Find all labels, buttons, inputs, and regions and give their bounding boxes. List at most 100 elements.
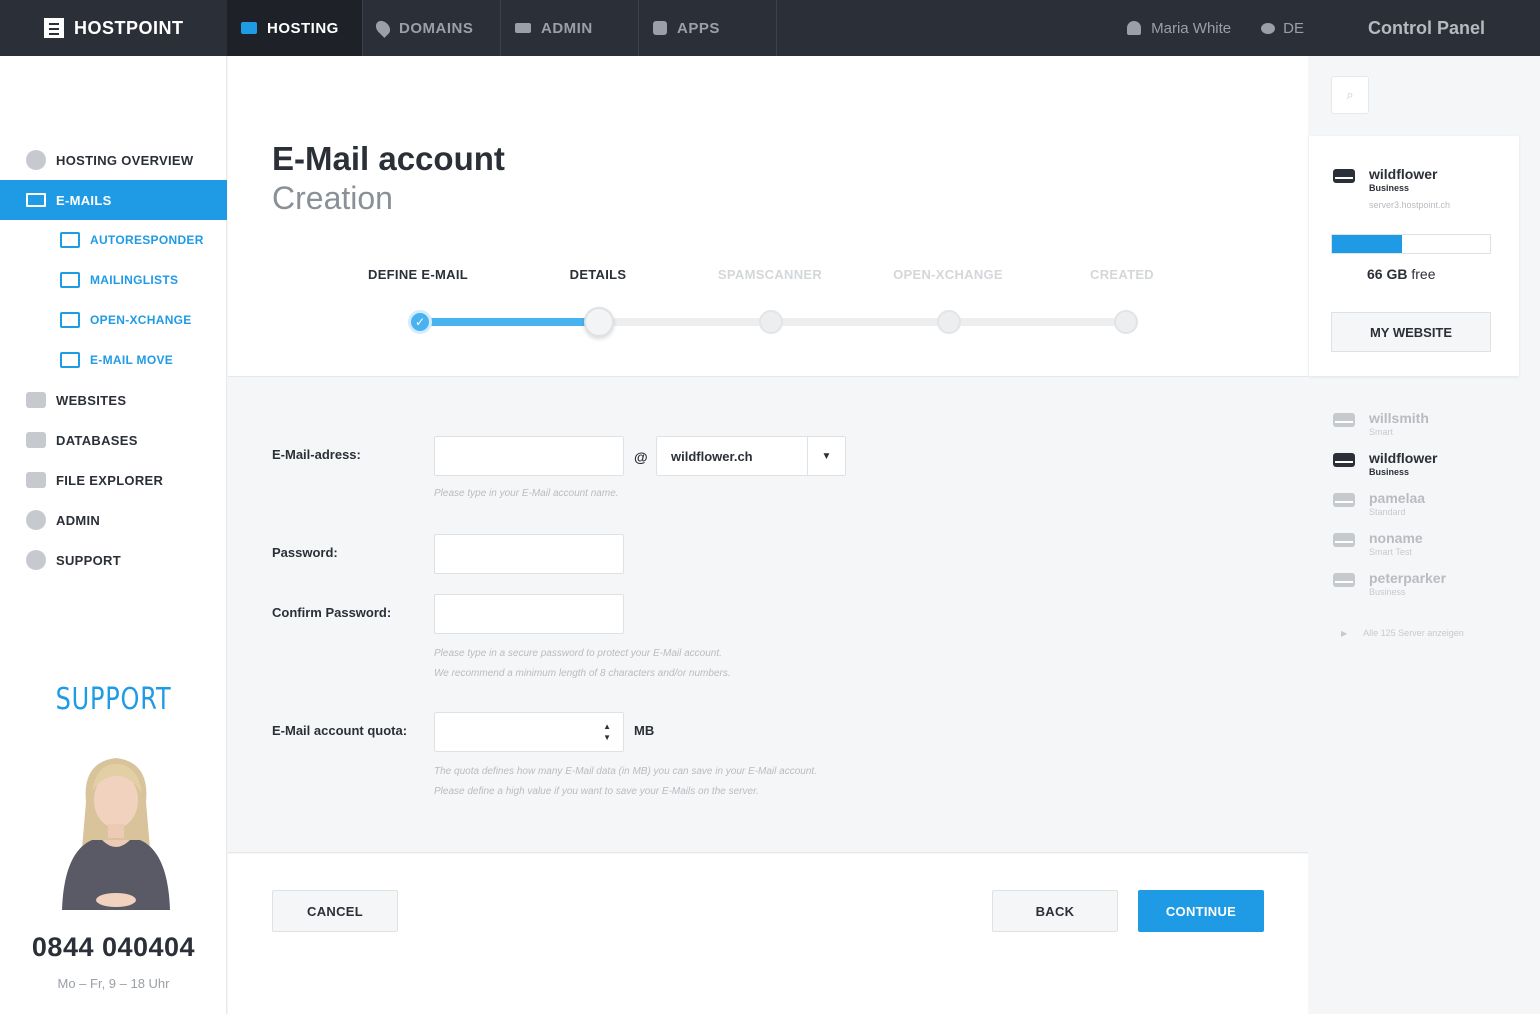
server-icon [1333,493,1355,507]
nav-apps[interactable]: APPS [639,0,777,56]
speech-bubble-icon [1261,22,1276,34]
email-name-input[interactable] [434,436,624,476]
support-hours: Mo – Fr, 9 – 18 Uhr [57,976,170,991]
sidebar-item-label: OPEN-XCHANGE [90,313,192,327]
mail-move-icon [60,352,80,368]
server-list-item-noname[interactable]: noname Smart Test [1333,530,1423,558]
user-menu[interactable]: Maria White [1127,20,1231,37]
sidebar-item-label: E-MAIL MOVE [90,353,174,367]
show-all-servers-link[interactable]: ▶ Alle 125 Server anzeigen [1341,628,1464,638]
user-icon [1127,21,1142,35]
server-list-item-pamelaa[interactable]: pamelaa Standard [1333,490,1425,518]
step-label-created: CREATED [1090,267,1154,282]
continue-button[interactable]: CONTINUE [1138,890,1264,932]
main-nav: HOSTING DOMAINS ADMIN APPS [227,0,777,56]
nav-hosting[interactable]: HOSTING [227,0,363,56]
hostpoint-logo[interactable]: HOSTPOINT [0,0,227,56]
cancel-button[interactable]: CANCEL [272,890,398,932]
search-button[interactable]: ⌕ [1331,76,1369,114]
sidebar-item-databases[interactable]: DATABASES [0,420,227,460]
show-all-label: Alle 125 Server anzeigen [1363,628,1464,638]
server-icon [1333,453,1355,467]
quota-stepper[interactable]: ▲ ▼ [434,712,624,752]
email-form: E-Mail-adress: @ wildflower.ch ▼ Please … [228,377,1308,853]
server-name: wildflower [1369,450,1438,466]
at-sign: @ [634,449,648,465]
back-button[interactable]: BACK [992,890,1118,932]
sidebar-item-admin[interactable]: ADMIN [0,500,227,540]
storage-usage-bar [1331,234,1491,254]
password-hint-2: We recommend a minimum length of 8 chara… [434,668,731,679]
server-icon [1333,533,1355,547]
server-plan: Business [1369,587,1406,597]
storage-free: 66 GB free [1367,266,1435,282]
server-plan: Smart [1369,427,1394,437]
nav-domains[interactable]: DOMAINS [363,0,501,56]
sidebar-item-label: MAILINGLISTS [90,273,179,287]
form-footer: CANCEL BACK CONTINUE [228,854,1308,1014]
sidebar-item-autoresponder[interactable]: AUTORESPONDER [0,220,227,260]
server-list-item-wildflower[interactable]: wildflower Business [1333,450,1437,478]
chevron-down-icon[interactable]: ▼ [807,437,845,475]
database-icon [26,432,46,448]
support-phone[interactable]: 0844 040404 [0,932,227,963]
website-icon [26,392,46,408]
sidebar-item-hosting-overview[interactable]: HOSTING OVERVIEW [0,140,227,180]
sidebar-item-websites[interactable]: WEBSITES [0,380,227,420]
language-switch[interactable]: DE [1261,20,1304,37]
step-label-open-xchange: OPEN-XCHANGE [893,267,1003,282]
step-label-define-email: DEFINE E-MAIL [368,267,468,282]
sidebar-item-label: WEBSITES [56,392,127,408]
sidebar-item-label: HOSTING OVERVIEW [56,152,194,168]
triangle-right-icon: ▶ [1341,628,1348,638]
brand-name: HOSTPOINT [74,17,184,38]
sidebar-item-file-explorer[interactable]: FILE EXPLORER [0,460,227,500]
password-hint-1: Please type in a secure password to prot… [434,648,722,659]
nav-admin-label: ADMIN [541,19,593,37]
password-input[interactable] [434,534,624,574]
sidebar-item-label: DATABASES [56,432,138,448]
quota-label: E-Mail account quota: [272,723,408,738]
confirm-password-label: Confirm Password: [272,605,392,620]
current-server: wildflower Business server3.hostpoint.ch [1333,166,1450,210]
sidebar-item-open-xchange[interactable]: OPEN-XCHANGE [0,300,227,340]
step-dot-open-xchange [937,310,961,334]
language-label: DE [1283,19,1304,37]
email-label: E-Mail-adress: [272,447,361,462]
wizard-header: E-Mail account Creation DEFINE E-MAIL DE… [228,56,1308,377]
domain-select[interactable]: wildflower.ch ▼ [656,436,846,476]
sidebar-item-emails[interactable]: E-MAILS [0,180,227,220]
sidebar: HOSTING OVERVIEW E-MAILS AUTORESPONDER M… [0,56,227,1014]
server-panel: ⌕ wildflower Business server3.hostpoint.… [1309,56,1540,1014]
current-server-host: server3.hostpoint.ch [1369,200,1451,210]
sidebar-item-mailinglists[interactable]: MAILINGLISTS [0,260,227,300]
step-dot-spamscanner [759,310,783,334]
sidebar-item-label: AUTORESPONDER [90,233,204,247]
confirm-password-input[interactable] [434,594,624,634]
nav-apps-label: APPS [677,19,720,37]
server-name: pamelaa [1369,490,1426,506]
sidebar-item-email-move[interactable]: E-MAIL MOVE [0,340,227,380]
user-name: Maria White [1151,19,1232,37]
envelope-icon [26,193,46,207]
stepper-arrows-icon[interactable]: ▲ ▼ [603,721,611,743]
step-dot-define-email[interactable]: ✓ [408,310,432,334]
server-list-item-peterparker[interactable]: peterparker Business [1333,570,1446,598]
hosting-icon [241,22,257,34]
gear-icon [26,510,46,530]
step-label-spamscanner: SPAMSCANNER [717,267,823,282]
nav-hosting-label: HOSTING [267,19,339,37]
nav-domains-label: DOMAINS [399,19,474,37]
password-label: Password: [272,545,338,560]
folder-icon [26,472,46,488]
progress-fill [418,318,598,326]
mailinglist-icon [60,272,80,288]
sidebar-item-support[interactable]: SUPPORT [0,540,227,580]
nav-admin[interactable]: ADMIN [501,0,639,56]
step-dot-details[interactable] [584,307,614,337]
my-website-button[interactable]: MY WEBSITE [1331,312,1491,352]
server-list-item-willsmith[interactable]: willsmith Smart [1333,410,1429,438]
quota-hint-1: The quota defines how many E-Mail data (… [434,766,817,777]
admin-icon [515,23,531,33]
server-icon [1333,413,1355,427]
